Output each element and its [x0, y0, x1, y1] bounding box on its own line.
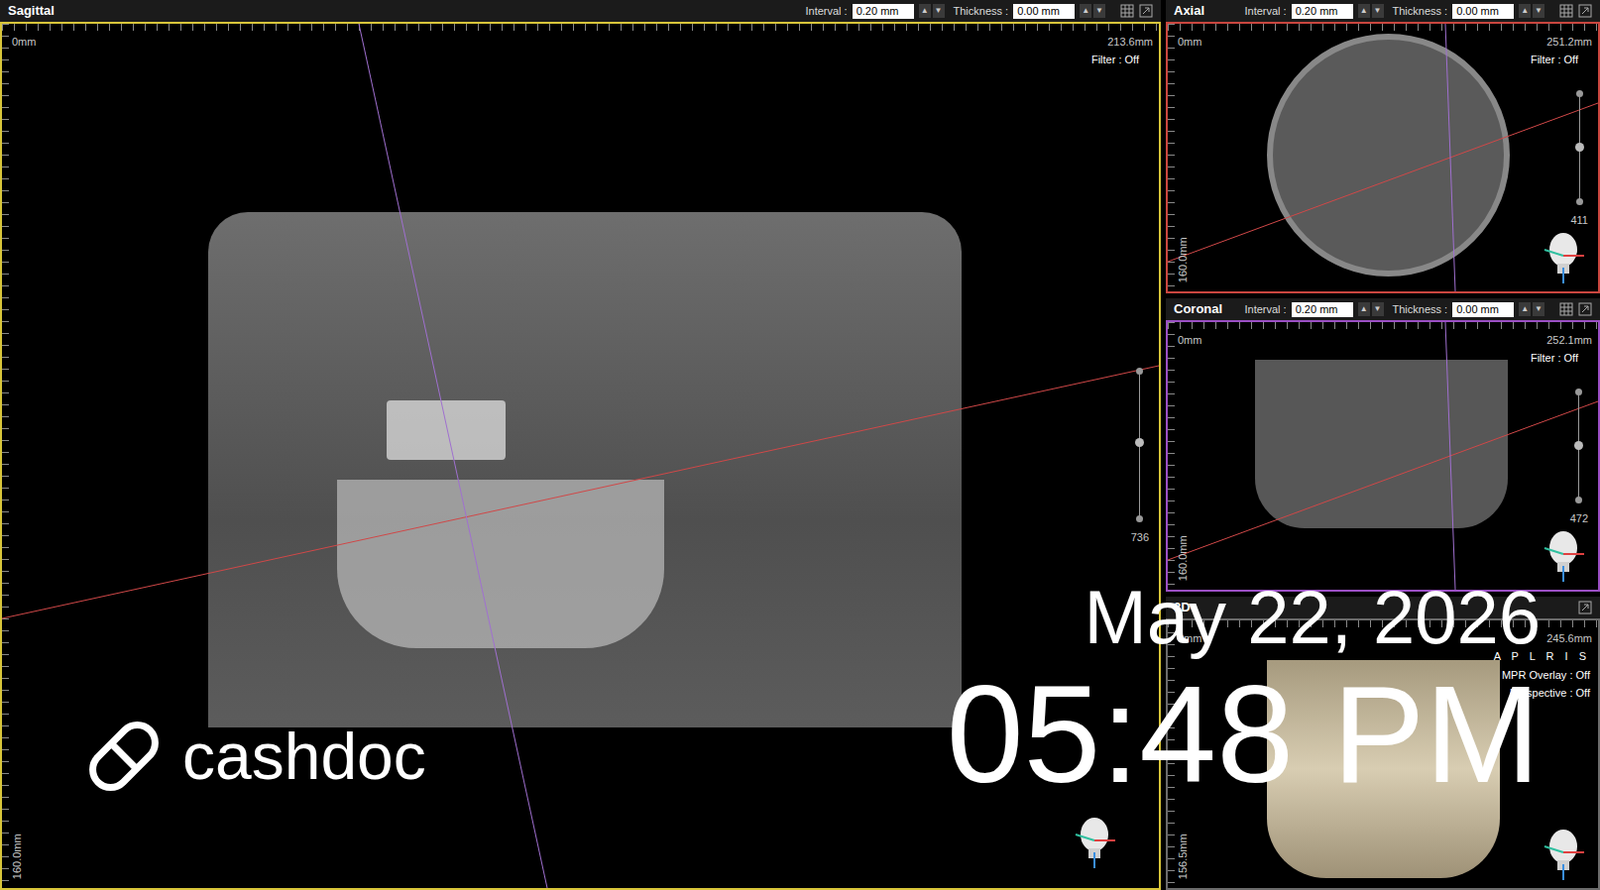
- cashdoc-logo: cashdoc: [79, 711, 427, 801]
- panel-header: SagittalInterval :0.20 mm▲▼Thickness :0.…: [0, 0, 1161, 22]
- interval-label: Interval :: [1244, 2, 1286, 20]
- depth-label: 160.0mm: [1174, 236, 1192, 283]
- panel-controls: Interval :0.20 mm▲▼Thickness :0.00 mm▲▼: [1244, 301, 1593, 319]
- origin-label: 0mm: [11, 33, 36, 51]
- slice-number: 736: [1131, 529, 1149, 547]
- sagittal-image: [208, 212, 962, 728]
- panel-header: CoronalInterval :0.20 mm▲▼Thickness :0.0…: [1165, 298, 1600, 321]
- cbct-viewer: SagittalInterval :0.20 mm▲▼Thickness :0.…: [0, 0, 1600, 890]
- spin-down[interactable]: ▼: [1532, 302, 1545, 317]
- viewport[interactable]: 0mm 251.2mmFilter : Off 160.0mm 411: [1165, 21, 1600, 294]
- filter-label: Filter : Off: [1530, 51, 1579, 69]
- top-ruler: [1, 23, 1159, 31]
- depth-label: 156.5mm: [1174, 833, 1192, 880]
- origin-label: 0mm: [1177, 33, 1202, 51]
- extent-label: 251.2mm: [1546, 33, 1593, 51]
- expand-icon[interactable]: [1139, 3, 1153, 18]
- slice-number: 411: [1570, 212, 1589, 229]
- spin-up[interactable]: ▲: [1358, 302, 1371, 317]
- thickness-label: Thickness :: [1392, 2, 1449, 20]
- viewport[interactable]: 0mm 252.1mmFilter : Off 160.0mm 472: [1165, 320, 1600, 592]
- panel-controls: Interval :0.20 mm▲▼Thickness :0.00 mm▲▼: [1244, 2, 1593, 20]
- head-orientation-icon: [1538, 526, 1589, 582]
- head-orientation-icon: [1538, 228, 1589, 284]
- left-ruler: [1, 23, 9, 889]
- slice-slider[interactable]: 736: [1131, 370, 1149, 547]
- spin-buttons[interactable]: ▲▼: [1518, 3, 1545, 18]
- spin-buttons[interactable]: ▲▼: [1518, 302, 1545, 317]
- expand-icon[interactable]: [1578, 302, 1593, 317]
- extent-label: 252.1mm: [1546, 332, 1593, 349]
- time-text: 05:48 PM: [946, 665, 1541, 804]
- interval-field[interactable]: 0.20 mm: [1291, 302, 1354, 318]
- thickness-field[interactable]: 0.00 mm: [1013, 3, 1075, 19]
- mandible-shape: [337, 479, 665, 649]
- origin-label: 0mm: [1177, 332, 1202, 349]
- date-text: May 22, 2026: [1083, 579, 1541, 656]
- view-panel: AxialInterval :0.20 mm▲▼Thickness :0.00 …: [1165, 0, 1600, 294]
- head-orientation-icon: [1538, 824, 1589, 881]
- interval-field[interactable]: 0.20 mm: [852, 3, 915, 19]
- spin-down[interactable]: ▼: [932, 3, 945, 18]
- filter-label: Filter : Off: [1091, 51, 1140, 69]
- layout-grid-icon[interactable]: [1559, 302, 1574, 317]
- layout-grid-icon[interactable]: [1559, 3, 1574, 18]
- logo-text: cashdoc: [182, 723, 427, 790]
- spin-down[interactable]: ▼: [1371, 302, 1384, 317]
- extent-label: 213.6mm: [1107, 33, 1153, 51]
- thickness-field[interactable]: 0.00 mm: [1452, 302, 1514, 318]
- teeth-shape: [386, 400, 506, 460]
- spin-buttons[interactable]: ▲▼: [918, 3, 945, 18]
- extent-label: 245.6mm: [1546, 630, 1593, 648]
- axial-image: [1266, 33, 1510, 277]
- filter-label: Filter : Off: [1530, 349, 1579, 367]
- top-ruler: [1167, 23, 1599, 31]
- interval-label: Interval :: [804, 2, 847, 20]
- spin-down[interactable]: ▼: [1371, 3, 1384, 18]
- clock-overlay: May 22, 2026 05:48 PM: [946, 579, 1541, 804]
- panel-controls: [1578, 600, 1593, 615]
- thickness-label: Thickness :: [953, 2, 1010, 20]
- top-ruler: [1167, 322, 1599, 330]
- layout-grid-icon[interactable]: [1120, 3, 1135, 18]
- panel-header: AxialInterval :0.20 mm▲▼Thickness :0.00 …: [1165, 0, 1600, 22]
- left-ruler: [1167, 23, 1175, 292]
- spin-down[interactable]: ▼: [1532, 3, 1545, 18]
- spin-buttons[interactable]: ▲▼: [1358, 3, 1384, 18]
- spin-up[interactable]: ▲: [1518, 3, 1531, 18]
- head-orientation-icon: [1069, 812, 1120, 869]
- depth-label: 160.0mm: [8, 833, 26, 880]
- thickness-label: Thickness :: [1392, 301, 1449, 319]
- thickness-field[interactable]: 0.00 mm: [1452, 3, 1514, 19]
- coronal-image: [1255, 359, 1508, 529]
- panel-title: Sagittal: [7, 0, 55, 21]
- spin-up[interactable]: ▲: [1358, 3, 1371, 18]
- expand-icon[interactable]: [1578, 3, 1593, 18]
- panel-title: Axial: [1173, 0, 1205, 21]
- spin-down[interactable]: ▼: [1093, 3, 1106, 18]
- slice-slider[interactable]: 472: [1570, 391, 1589, 528]
- interval-field[interactable]: 0.20 mm: [1291, 3, 1354, 19]
- view-panel: CoronalInterval :0.20 mm▲▼Thickness :0.0…: [1165, 298, 1600, 592]
- interval-label: Interval :: [1244, 301, 1286, 319]
- spin-up[interactable]: ▲: [1079, 3, 1092, 18]
- spin-buttons[interactable]: ▲▼: [1079, 3, 1106, 18]
- spin-up[interactable]: ▲: [1518, 302, 1531, 317]
- depth-label: 160.0mm: [1174, 535, 1192, 581]
- panel-title: Coronal: [1173, 299, 1223, 320]
- expand-icon[interactable]: [1578, 600, 1593, 615]
- slice-number: 472: [1570, 510, 1589, 528]
- slice-slider[interactable]: 411: [1570, 93, 1589, 229]
- pill-logo-icon: [79, 711, 169, 801]
- spin-up[interactable]: ▲: [918, 3, 931, 18]
- spin-buttons[interactable]: ▲▼: [1358, 302, 1384, 317]
- panel-controls: Interval :0.20 mm▲▼Thickness :0.00 mm▲▼: [804, 2, 1153, 20]
- left-ruler: [1167, 322, 1175, 590]
